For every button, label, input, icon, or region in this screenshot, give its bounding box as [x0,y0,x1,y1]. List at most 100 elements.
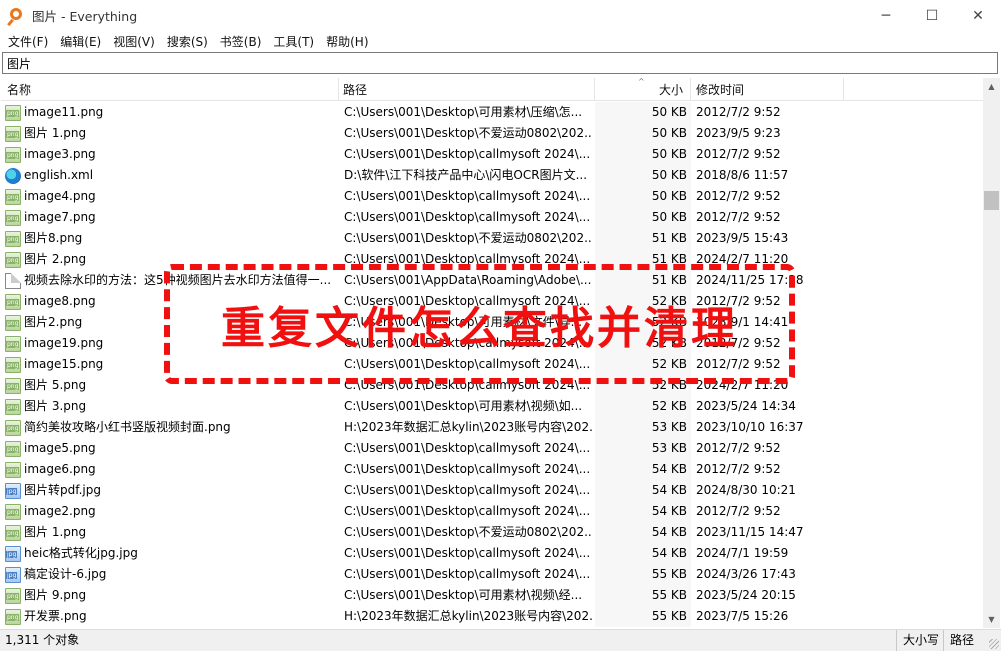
file-name: image4.png [24,189,96,203]
table-row[interactable]: 图片 1.png C:\Users\001\Desktop\不爱运动0802\20… [1,522,983,543]
menu-tools[interactable]: 工具(T) [267,33,320,50]
file-modified-date: 2023/5/24 14:34 [696,399,796,413]
png-file-icon [5,146,21,163]
file-path: C:\Users\001\Desktop\callmysoft 2024\... [344,546,591,560]
window-controls: ─ ☐ ✕ [863,0,1001,31]
table-row[interactable]: 图片 3.png C:\Users\001\Desktop\可用素材\视频\如..… [1,396,983,417]
jpg-file-icon [5,545,21,562]
table-row[interactable]: image8.png C:\Users\001\Desktop\callmysof… [1,291,983,312]
file-name: image8.png [24,294,96,308]
file-size: 54 KB [651,483,687,497]
table-row[interactable]: 视频去除水印的方法：这5种视频图片去水印方法值得一... C:\Users\001… [1,270,983,291]
scroll-thumb[interactable] [984,191,999,210]
file-name: 简约美妆攻略小红书竖版视频封面.png [24,420,231,434]
column-header-path[interactable]: 路径 [339,78,595,101]
table-row[interactable]: image7.png C:\Users\001\Desktop\callmysof… [1,207,983,228]
menu-help[interactable]: 帮助(H) [320,33,374,50]
file-name: image3.png [24,147,96,161]
file-path: C:\Users\001\Desktop\callmysoft 2024\... [344,462,591,476]
table-row[interactable]: 简约美妆攻略小红书竖版视频封面.png H:\2023年数据汇总kylin\202… [1,417,983,438]
file-size: 53 KB [651,420,687,434]
search-input[interactable] [3,53,997,73]
table-row[interactable]: image6.png C:\Users\001\Desktop\callmysof… [1,459,983,480]
maximize-icon[interactable]: ☐ [909,0,955,31]
file-modified-date: 2012/7/2 9:52 [696,210,781,224]
table-row[interactable]: 图片 9.png C:\Users\001\Desktop\可用素材\视频\经..… [1,585,983,606]
column-header-date[interactable]: 修改时间 [691,78,844,101]
table-row[interactable]: image4.png C:\Users\001\Desktop\callmysof… [1,186,983,207]
table-row[interactable]: 图片2.png C:\Users\001\Desktop\可用素材\文件\异...… [1,312,983,333]
file-path: H:\2023年数据汇总kylin\2023账号内容\202... [344,609,592,623]
file-name-cell: 图片2.png [5,312,335,333]
file-name-cell: image7.png [5,207,335,228]
sort-ascending-icon: ^ [638,78,645,86]
table-row[interactable]: 开发票.png H:\2023年数据汇总kylin\2023账号内容\202...… [1,606,983,627]
file-name-cell: heic格式转化jpg.jpg [5,543,335,564]
close-icon[interactable]: ✕ [955,0,1001,31]
file-name-cell: 图片 3.png [5,396,335,417]
png-file-icon [5,251,21,268]
png-file-icon [5,104,21,121]
match-path-indicator[interactable]: 路径 [943,630,980,651]
table-row[interactable]: 图片 2.png C:\Users\001\Desktop\callmysoft … [1,249,983,270]
png-file-icon [5,608,21,625]
menu-view[interactable]: 视图(V) [107,33,161,50]
table-row[interactable]: image2.png C:\Users\001\Desktop\callmysof… [1,501,983,522]
table-row[interactable]: 图片8.png C:\Users\001\Desktop\不爱运动0802\202… [1,228,983,249]
file-name: 图片2.png [24,315,83,329]
resize-grip-icon[interactable] [989,639,999,649]
file-size: 50 KB [651,147,687,161]
menu-search[interactable]: 搜索(S) [161,33,214,50]
file-name: 图片 1.png [24,525,87,539]
menu-edit[interactable]: 编辑(E) [54,33,107,50]
minimize-icon[interactable]: ─ [863,0,909,31]
file-path: C:\Users\001\Desktop\callmysoft 2024\... [344,210,591,224]
file-name: image15.png [24,357,104,371]
file-modified-date: 2012/7/2 9:52 [696,189,781,203]
table-row[interactable]: 图片转pdf.jpg C:\Users\001\Desktop\callmysof… [1,480,983,501]
file-name-cell: image8.png [5,291,335,312]
png-file-icon [5,125,21,142]
file-name: image11.png [24,105,104,119]
file-path: C:\Users\001\Desktop\callmysoft 2024\... [344,336,591,350]
menu-bar: 文件(F) 编辑(E) 视图(V) 搜索(S) 书签(B) 工具(T) 帮助(H… [0,31,1001,51]
table-row[interactable]: 图片 1.png C:\Users\001\Desktop\不爱运动0802\20… [1,123,983,144]
table-row[interactable]: image3.png C:\Users\001\Desktop\callmysof… [1,144,983,165]
file-path: C:\Users\001\AppData\Roaming\Adobe\... [344,273,592,287]
file-modified-date: 2018/8/6 11:57 [696,168,789,182]
file-name-cell: 图片 2.png [5,249,335,270]
file-name-cell: 稿定设计-6.jpg [5,564,335,585]
scroll-down-icon[interactable]: ▼ [983,611,1000,628]
file-modified-date: 2024/2/7 11:20 [696,252,789,266]
file-name: image7.png [24,210,96,224]
file-name-cell: image15.png [5,354,335,375]
vertical-scrollbar[interactable]: ▲ ▼ [983,78,1000,628]
file-name: image6.png [24,462,96,476]
table-row[interactable]: 稿定设计-6.jpg C:\Users\001\Desktop\callmysof… [1,564,983,585]
png-file-icon [5,314,21,331]
menu-bookmarks[interactable]: 书签(B) [214,33,268,50]
scroll-up-icon[interactable]: ▲ [983,78,1000,95]
png-file-icon [5,398,21,415]
file-size: 55 KB [651,588,687,602]
table-row[interactable]: image11.png C:\Users\001\Desktop\可用素材\压缩\… [1,102,983,123]
file-path: C:\Users\001\Desktop\callmysoft 2024\... [344,504,591,518]
file-size: 51 KB [651,231,687,245]
search-box [2,52,998,74]
file-name: 图片 5.png [24,378,87,392]
table-row[interactable]: english.xml D:\软件\江下科技产品中心\闪电OCR图片文... 50 … [1,165,983,186]
file-modified-date: 2023/9/5 9:23 [696,126,781,140]
file-size: 53 KB [651,441,687,455]
table-row[interactable]: image15.png C:\Users\001\Desktop\callmyso… [1,354,983,375]
match-case-indicator[interactable]: 大小写 [896,630,945,651]
file-name-cell: english.xml [5,165,335,186]
menu-file[interactable]: 文件(F) [2,33,54,50]
table-row[interactable]: image5.png C:\Users\001\Desktop\callmysof… [1,438,983,459]
table-row[interactable]: 图片 5.png C:\Users\001\Desktop\callmysoft … [1,375,983,396]
jpg-file-icon [5,566,21,583]
table-row[interactable]: image19.png C:\Users\001\Desktop\callmyso… [1,333,983,354]
table-row[interactable]: heic格式转化jpg.jpg C:\Users\001\Desktop\call… [1,543,983,564]
results-table: 名称 路径 大小 ^ 修改时间 image11.png C:\Users\001\… [1,78,983,628]
column-header-name[interactable]: 名称 [1,78,339,101]
file-size: 52 KB [651,399,687,413]
